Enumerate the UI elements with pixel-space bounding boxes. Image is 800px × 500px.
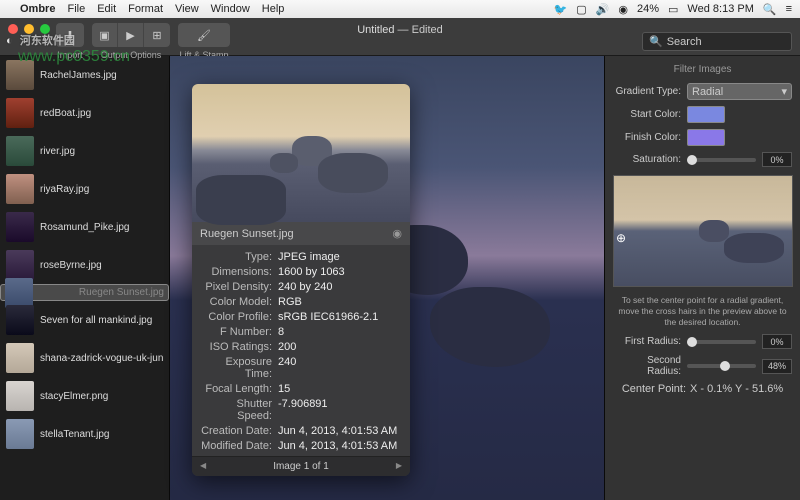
spotlight-icon[interactable]: 🔍: [763, 3, 777, 16]
image-list: RachelJames.jpg redBoat.jpg river.jpg riyaR…: [0, 56, 170, 500]
output-segment[interactable]: ▣▶⊞: [92, 23, 170, 47]
list-item-label: river.jpg: [40, 146, 75, 157]
menu-help[interactable]: Help: [262, 3, 285, 15]
finish-color-swatch[interactable]: [687, 129, 725, 146]
volume-icon[interactable]: 🔊: [596, 3, 610, 16]
gradient-preview[interactable]: [613, 175, 793, 287]
popover-filename: Ruegen Sunset.jpg: [200, 228, 294, 240]
thumbnail: [6, 212, 34, 242]
app-menu[interactable]: Ombre: [20, 3, 55, 15]
list-item[interactable]: shana-zadrick-vogue-uk-jun: [0, 339, 169, 377]
list-item-label: Rosamund_Pike.jpg: [40, 222, 130, 233]
saturation-slider[interactable]: [687, 158, 756, 162]
thumbnail: [6, 305, 34, 335]
thumbnail: [5, 278, 33, 308]
list-item-label: roseByrne.jpg: [40, 260, 102, 271]
thumbnail: [6, 250, 34, 280]
list-item-label: Ruegen Sunset.jpg: [79, 287, 164, 298]
watermark-url: www.pc0359.cn: [18, 48, 130, 66]
list-item-label: riyaRay.jpg: [40, 184, 89, 195]
first-radius-slider[interactable]: [687, 340, 756, 344]
quicklook-icon[interactable]: ◉: [392, 227, 402, 240]
inspector-panel: Filter Images Gradient Type:Radial▾ Star…: [604, 56, 800, 500]
search-icon: 🔍: [649, 35, 663, 48]
meta-row: Shutter Speed:-7.906891: [200, 398, 402, 422]
window-title: Untitled — Edited: [357, 22, 443, 36]
meta-row: F Number:8: [200, 326, 402, 338]
info-popover: Ruegen Sunset.jpg ◉ Type:JPEG image Dimens…: [192, 84, 410, 476]
thumbnail: [6, 381, 34, 411]
thumbnail: [6, 136, 34, 166]
list-item-label: shana-zadrick-vogue-uk-jun: [40, 353, 163, 364]
center-point-value: X - 0.1% Y - 51.6%: [690, 383, 783, 395]
thumbnail: [6, 343, 34, 373]
second-radius-slider[interactable]: [687, 364, 756, 368]
start-color-swatch[interactable]: [687, 106, 725, 123]
saturation-value: 0%: [762, 152, 792, 167]
thumbnail: [6, 419, 34, 449]
inspector-header: Filter Images: [613, 62, 792, 77]
list-item-label: RachelJames.jpg: [40, 70, 117, 81]
thumbnail: [6, 98, 34, 128]
list-item[interactable]: stacyElmer.png: [0, 377, 169, 415]
list-item-label: stellaTenant.jpg: [40, 429, 110, 440]
meta-row: Dimensions:1600 by 1063: [200, 266, 402, 278]
clock[interactable]: Wed 8:13 PM: [687, 3, 753, 15]
list-item[interactable]: Ruegen Sunset.jpg: [0, 284, 169, 301]
meta-row: Focal Length:15: [200, 383, 402, 395]
list-item[interactable]: Rosamund_Pike.jpg: [0, 208, 169, 246]
thumbnail: [6, 174, 34, 204]
meta-row: Color Profile:sRGB IEC61966-2.1: [200, 311, 402, 323]
meta-row: ISO Ratings:200: [200, 341, 402, 353]
list-item[interactable]: river.jpg: [0, 132, 169, 170]
gradient-type-select[interactable]: Radial▾: [687, 83, 792, 100]
list-item-label: Seven for all mankind.jpg: [40, 315, 152, 326]
battery-pct: 24%: [637, 3, 659, 15]
list-item-label: redBoat.jpg: [40, 108, 91, 119]
list-item[interactable]: riyaRay.jpg: [0, 170, 169, 208]
meta-row: Modified Date:Jun 4, 2013, 4:01:53 AM: [200, 440, 402, 452]
list-item-label: stacyElmer.png: [40, 391, 108, 402]
twitter-icon[interactable]: 🐦: [554, 3, 568, 16]
search-input[interactable]: 🔍Search: [642, 32, 792, 51]
popover-pager[interactable]: Image 1 of 1: [192, 456, 410, 476]
watermark-text: ◐ 河东软件园: [6, 20, 75, 51]
meta-row: Pixel Density:240 by 240: [200, 281, 402, 293]
list-item[interactable]: Seven for all mankind.jpg: [0, 301, 169, 339]
airplay-icon[interactable]: ▢: [576, 3, 586, 16]
popover-image: [192, 84, 410, 222]
list-item[interactable]: redBoat.jpg: [0, 94, 169, 132]
meta-row: Color Model:RGB: [200, 296, 402, 308]
battery-icon[interactable]: ▭: [668, 3, 678, 16]
lift-stamp-button[interactable]: 🖌: [178, 23, 230, 47]
meta-row: Creation Date:Jun 4, 2013, 4:01:53 AM: [200, 425, 402, 437]
wifi-icon[interactable]: ◉: [618, 3, 628, 16]
meta-row: Type:JPEG image: [200, 251, 402, 263]
list-item[interactable]: stellaTenant.jpg: [0, 415, 169, 453]
meta-row: Exposure Time:240: [200, 356, 402, 380]
hint-text: To set the center point for a radial gra…: [613, 295, 792, 328]
notifications-icon[interactable]: ≡: [786, 3, 792, 15]
chevron-down-icon: ▾: [781, 85, 787, 98]
